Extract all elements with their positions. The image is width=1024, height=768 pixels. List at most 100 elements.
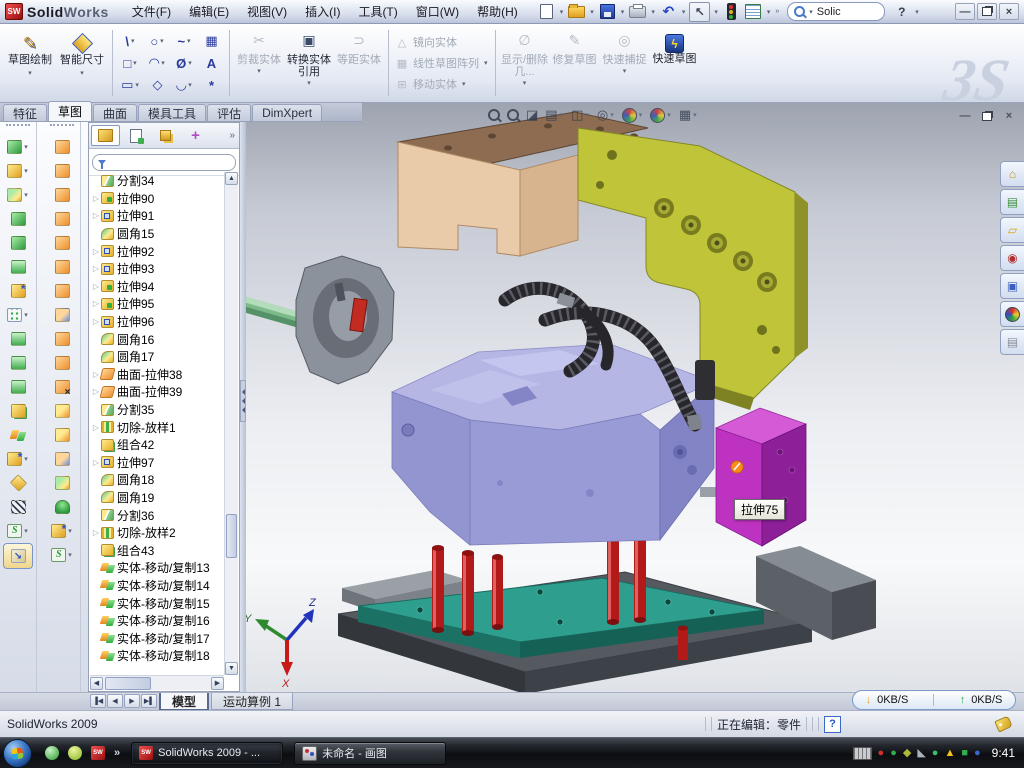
lofted-surface-button[interactable]	[45, 207, 79, 231]
tree-item-拉伸90[interactable]: ▷拉伸90	[91, 190, 224, 208]
search-tab[interactable]: ◉	[1000, 245, 1024, 271]
shell-button[interactable]	[1, 375, 35, 399]
next-tab-icon[interactable]: ▶	[124, 694, 140, 708]
antivirus-icon[interactable]: ●	[890, 748, 897, 759]
messenger-icon[interactable]	[45, 746, 59, 760]
tree-item-切除-放样1[interactable]: ▷切除-放样1	[91, 418, 224, 436]
thicken-button[interactable]	[45, 495, 79, 519]
tree-item-圆角16[interactable]: 圆角16	[91, 330, 224, 348]
tree-filter-input[interactable]	[92, 154, 236, 171]
revolved-surface-button[interactable]	[45, 159, 79, 183]
curve-button[interactable]: ▾	[45, 543, 79, 567]
scroll-down-icon[interactable]: ▼	[225, 662, 238, 675]
tab-运动算例 1[interactable]: 运动算例 1	[211, 693, 293, 710]
linear-sketch-pattern-button[interactable]: ▦线性草图阵列▾	[395, 55, 489, 71]
tree-item-组合42[interactable]: 组合42	[91, 436, 224, 454]
taskbar-window-未命名 - 画图[interactable]: 未命名 - 画图	[294, 742, 446, 765]
design-library-tab[interactable]: ▤	[1000, 189, 1024, 215]
property-manager-tab[interactable]	[121, 125, 150, 146]
print-icon[interactable]	[628, 3, 647, 21]
rib-button[interactable]	[1, 327, 35, 351]
feature-manager-tab[interactable]	[91, 125, 120, 146]
app-minimize-button[interactable]: —	[955, 3, 975, 20]
tab-草图[interactable]: 草图	[48, 101, 92, 121]
taskbar-window-SolidWorks 2009 - ...[interactable]: SWSolidWorks 2009 - ...	[131, 742, 283, 765]
knit-surface-button[interactable]	[45, 471, 79, 495]
panel-collapse-handle[interactable]	[240, 380, 246, 422]
rapid-sketch-button[interactable]: ϟ快速草图	[650, 28, 700, 98]
tree-item-实体-移动/复制14[interactable]: 实体-移动/复制14	[91, 577, 224, 595]
surface-fillet-button[interactable]	[45, 351, 79, 375]
open-icon[interactable]	[567, 3, 586, 21]
slot-icon[interactable]: ▭▾	[117, 77, 144, 93]
trimmed-surface-button[interactable]	[45, 183, 79, 207]
tree-item-实体-移动/复制15[interactable]: 实体-移动/复制15	[91, 594, 224, 612]
network-warning-icon[interactable]: ▲	[944, 748, 955, 759]
quick-snaps-button[interactable]: ◎快速捕捉▾	[600, 28, 650, 98]
text-icon[interactable]: A	[198, 56, 225, 71]
input-method-icon[interactable]	[853, 747, 872, 760]
point-icon[interactable]: *	[198, 78, 225, 93]
menu-视图(V)[interactable]: 视图(V)	[238, 0, 296, 24]
mid-surface-button[interactable]	[45, 423, 79, 447]
menu-文件(F)[interactable]: 文件(F)	[123, 0, 180, 24]
menu-编辑(E)[interactable]: 编辑(E)	[180, 0, 238, 24]
offset-surface-button[interactable]	[45, 327, 79, 351]
linear-pattern-button[interactable]: ▾	[1, 303, 35, 327]
tree-item-圆角19[interactable]: 圆角19	[91, 489, 224, 507]
combine-bodies-button[interactable]	[1, 399, 35, 423]
panel-flyout-icon[interactable]: »	[229, 130, 237, 141]
offset-entities-button[interactable]: ⊃等距实体	[334, 28, 384, 98]
tab-DimXpert[interactable]: DimXpert	[252, 104, 322, 121]
3d-model[interactable]: Y Z X	[240, 103, 1024, 692]
expand-icon[interactable]: ▷	[91, 247, 101, 256]
expand-icon[interactable]: ▷	[91, 194, 101, 203]
sync-icon[interactable]: ●	[932, 748, 939, 759]
updater-icon[interactable]: ◆	[903, 748, 911, 759]
view-settings-icon[interactable]: ▦▾	[679, 107, 698, 123]
rebuild-icon[interactable]	[722, 3, 741, 21]
tree-item-分割35[interactable]: 分割35	[91, 401, 224, 419]
menu-帮助(H)[interactable]: 帮助(H)	[468, 0, 527, 24]
help-icon[interactable]: ?	[892, 3, 911, 21]
circle-icon[interactable]: ○▾	[144, 34, 171, 49]
convert-entities-button[interactable]: ▣转换实体引用▾	[284, 28, 334, 98]
move-copy-bodies-button[interactable]	[1, 423, 35, 447]
extruded-cut-button[interactable]: ▾	[1, 159, 35, 183]
zoom-to-fit-icon[interactable]	[488, 109, 500, 121]
tree-item-拉伸92[interactable]: ▷拉伸92	[91, 242, 224, 260]
expand-icon[interactable]: ▷	[91, 264, 101, 273]
toolbar-flyout-icon[interactable]: »	[775, 8, 779, 15]
measure-button[interactable]	[3, 543, 33, 569]
extruded-surface-button[interactable]	[45, 399, 79, 423]
tree-item-切除-放样2[interactable]: ▷切除-放样2	[91, 524, 224, 542]
doc-close-button[interactable]: ×	[1000, 109, 1018, 123]
tab-模型[interactable]: 模型	[159, 693, 209, 711]
network-speed-widget[interactable]: ↓0KB/S ↑0KB/S	[852, 690, 1016, 710]
panel-splitter[interactable]	[240, 122, 246, 692]
security-alert-icon[interactable]: ●	[878, 748, 885, 759]
planar-surface-button[interactable]	[45, 279, 79, 303]
extruded-boss-button[interactable]: ▾	[1, 135, 35, 159]
repair-sketch-button[interactable]: ✎修复草图	[550, 28, 600, 98]
options-icon[interactable]	[744, 3, 763, 21]
custom-properties-tab[interactable]: ▤	[1000, 329, 1024, 355]
expand-icon[interactable]: ▷	[91, 282, 101, 291]
tree-item-实体-移动/复制17[interactable]: 实体-移动/复制17	[91, 629, 224, 647]
tab-特征[interactable]: 特征	[3, 104, 47, 121]
boundary-boss-button[interactable]	[1, 255, 35, 279]
boundary-surface-button[interactable]	[45, 231, 79, 255]
swept-surface-button[interactable]	[45, 135, 79, 159]
plane-button[interactable]	[1, 471, 35, 495]
app-restore-button[interactable]	[977, 3, 997, 20]
quick-tips-icon[interactable]: ?	[824, 716, 841, 733]
move-entities-button[interactable]: ⊞移动实体▾	[395, 76, 489, 92]
expand-icon[interactable]: ▷	[91, 423, 101, 432]
expand-icon[interactable]: ▷	[91, 528, 101, 537]
menu-插入(I)[interactable]: 插入(I)	[296, 0, 349, 24]
area-select-icon[interactable]: ▦	[198, 33, 225, 49]
solidworks-resources-tab[interactable]: ⌂	[1000, 161, 1024, 187]
line-icon[interactable]: \▾	[117, 34, 144, 49]
undo-icon[interactable]: ↶	[659, 3, 678, 21]
section-view-icon[interactable]: ◪	[526, 107, 538, 123]
